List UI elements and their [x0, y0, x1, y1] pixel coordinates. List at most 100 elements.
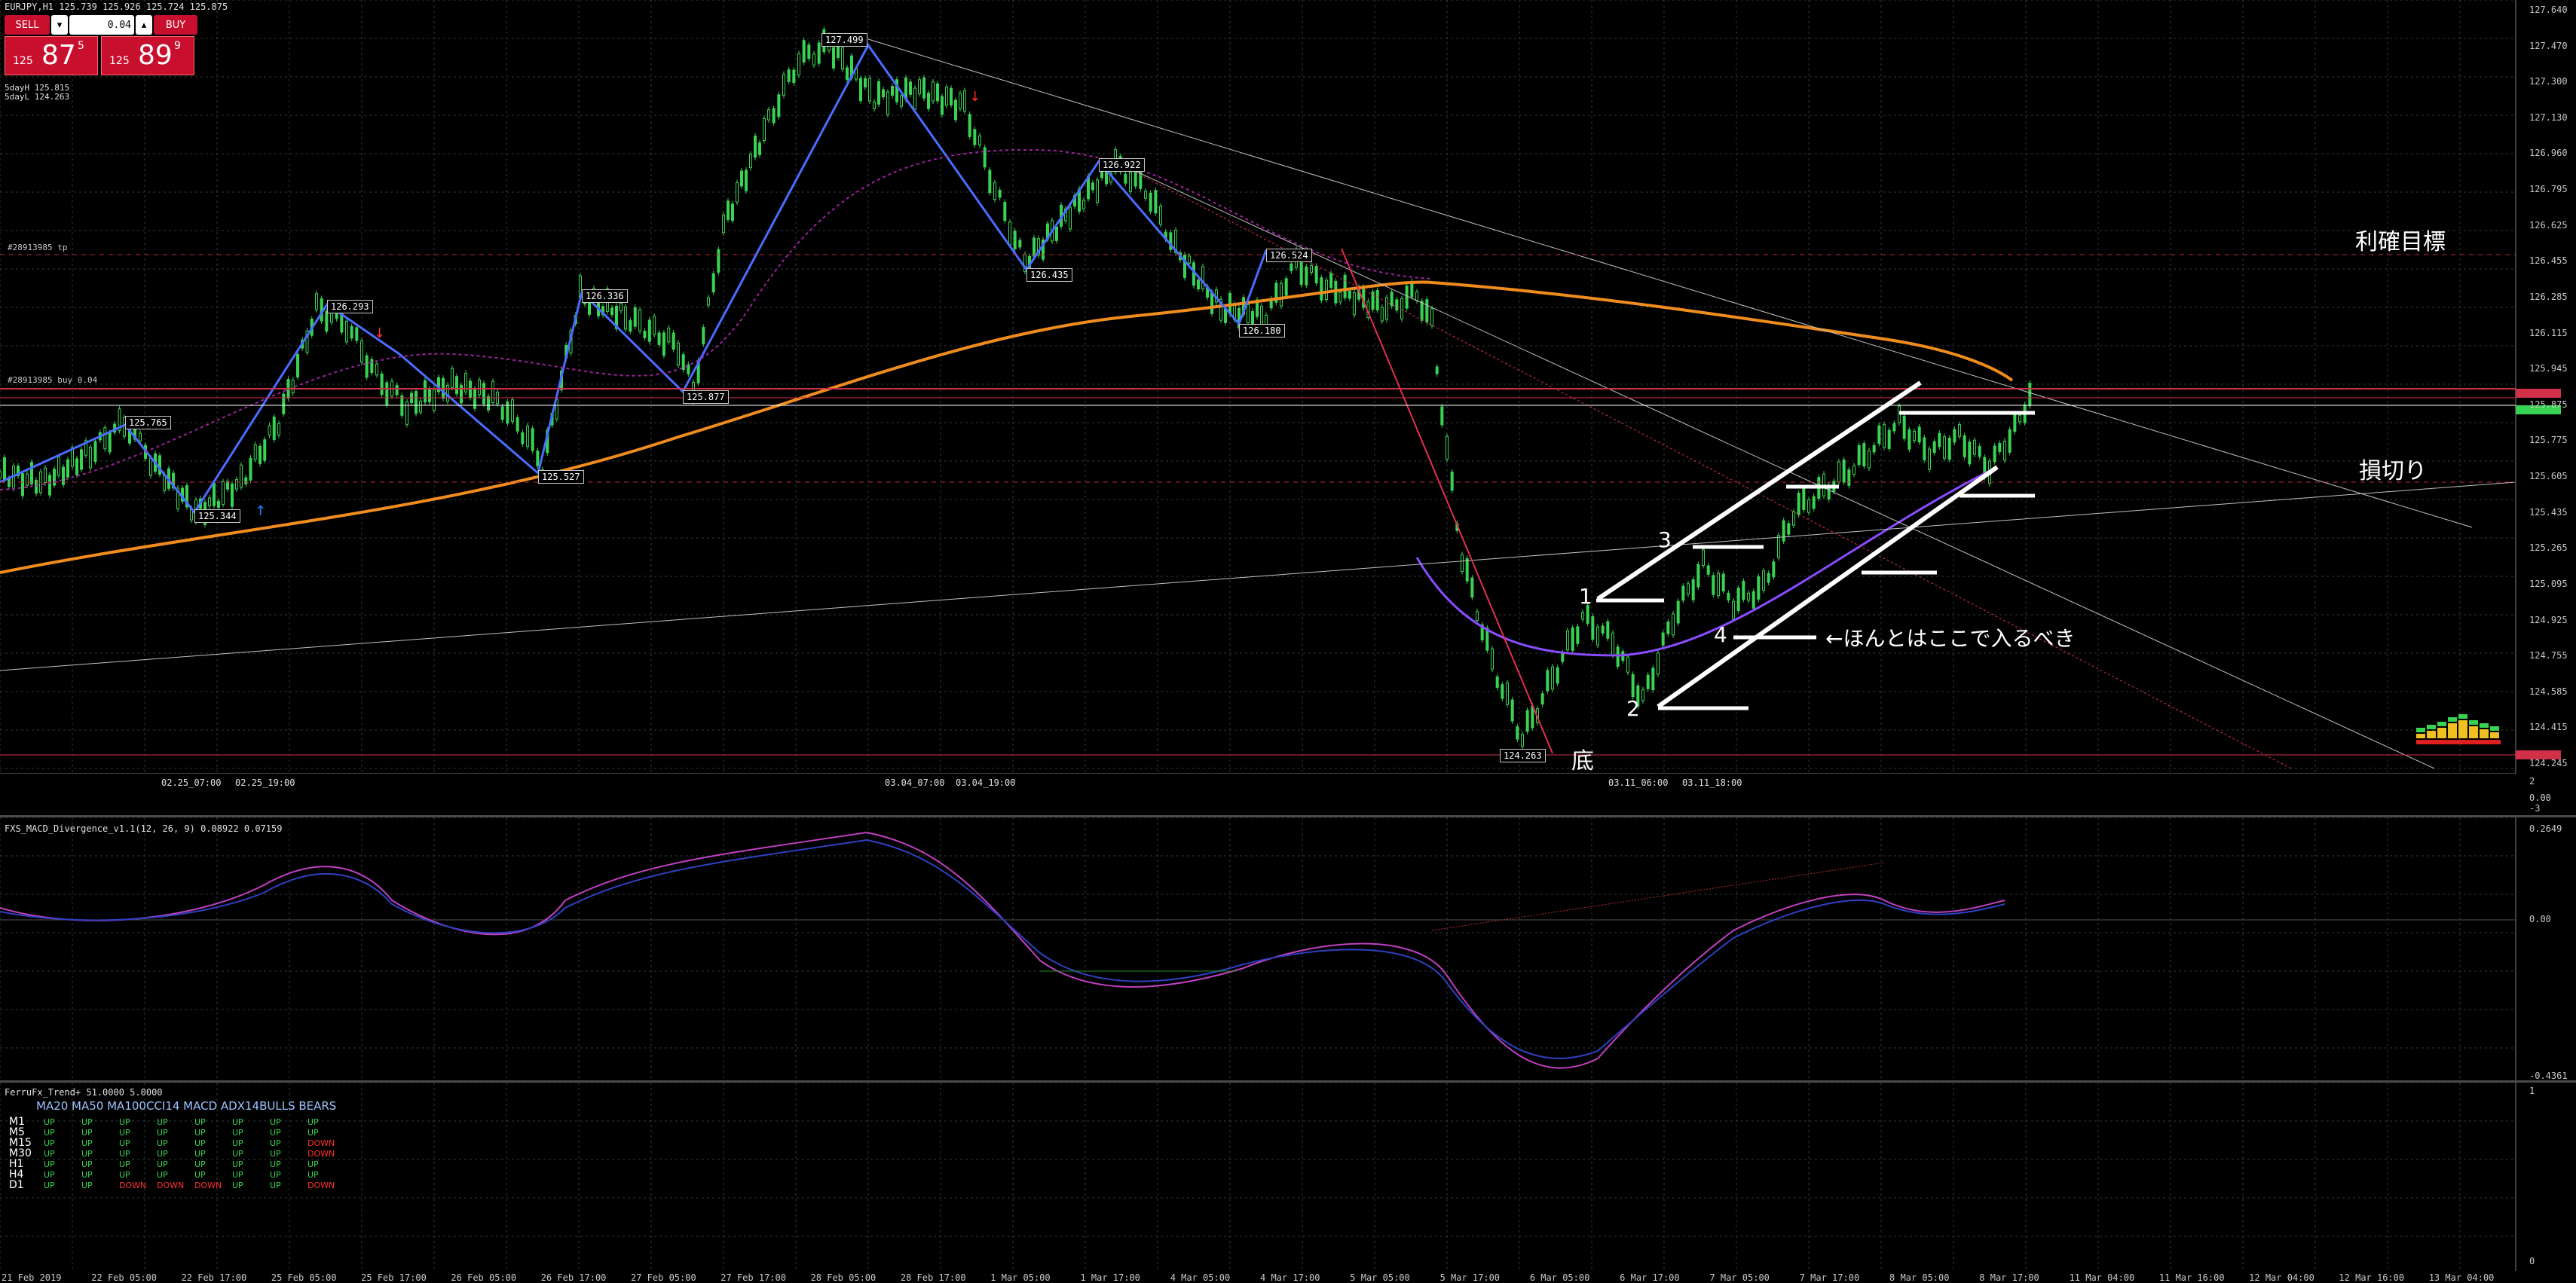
trend-cell: UP: [81, 1117, 93, 1127]
candle-body: [1998, 442, 2002, 452]
candle-body: [657, 332, 661, 345]
trend-cell: UP: [119, 1117, 130, 1127]
candle-body: [1400, 298, 1403, 319]
candle-body: [1736, 588, 1740, 612]
lot-increase-button[interactable]: ▴: [136, 15, 152, 35]
candle-body: [1616, 646, 1620, 667]
candle-body: [2013, 414, 2017, 432]
swing-label: 127.499: [821, 33, 867, 47]
candle-body: [702, 327, 705, 344]
candle-body: [1159, 206, 1162, 225]
candle-body: [620, 303, 623, 311]
time-axis-label: 11 Mar 04:00: [2069, 1272, 2135, 1283]
candle-body: [57, 456, 60, 476]
histogram-bar: [2427, 725, 2436, 729]
candle-body: [516, 417, 519, 432]
trend-cell: UP: [44, 1138, 55, 1148]
candle-body: [1380, 307, 1384, 322]
candle-body: [841, 47, 844, 70]
candle-body: [1405, 286, 1409, 309]
candle-body: [395, 385, 399, 396]
price-axis-label: 125.605: [2529, 471, 2568, 482]
trend-header: MA20 MA50 MA100CCI14 MACD ADX14BULLS BEA…: [36, 1099, 337, 1113]
trend-cell: UP: [119, 1159, 130, 1169]
candle-body: [1812, 496, 1816, 509]
trend-pane[interactable]: FerruFx_Trend+ 51.0000 5.0000 MA20 MA50 …: [0, 1083, 2576, 1271]
swing-label: 125.877: [683, 390, 729, 404]
candle-body: [1260, 305, 1263, 326]
sell-button[interactable]: SELL: [5, 15, 50, 35]
candle-body: [624, 306, 627, 330]
candle-body: [727, 200, 730, 220]
candle-body: [44, 467, 47, 483]
price-axis-label: 124.415: [2529, 722, 2568, 733]
swing-label: 125.527: [538, 470, 584, 484]
trendline: [867, 38, 2473, 528]
candle-body: [1767, 573, 1770, 583]
candle-body: [217, 500, 220, 508]
main-chart-pane[interactable]: ↓ ↑ ↓ EURJPY,H1 125.739 125.926 125.724 12…: [0, 0, 2576, 788]
candle-body: [954, 99, 957, 121]
candle-body: [1320, 277, 1323, 301]
time-axis-label: 1 Mar 05:00: [990, 1272, 1051, 1283]
candle-body: [1657, 652, 1660, 675]
one-click-trade-panel: SELL ▾ 0.04 ▴ BUY 125 87 5 125 89 9: [5, 15, 197, 75]
candle-body: [749, 154, 752, 169]
candle-body: [213, 482, 216, 506]
time-axis-label: 6 Mar 17:00: [1620, 1272, 1680, 1283]
candle-body: [1631, 674, 1635, 698]
candle-body: [707, 297, 710, 306]
time-marker: 03.04_19:00: [956, 777, 1016, 788]
candle-body: [1531, 705, 1534, 729]
tp-order-label[interactable]: #28913985 tp: [8, 243, 67, 252]
trend-cell: UP: [307, 1128, 319, 1138]
candle-body: [677, 342, 680, 366]
lower-axis-bottom: -3: [2529, 803, 2541, 814]
candle-body: [667, 327, 671, 343]
candle-body: [1872, 444, 1876, 453]
buy-price-button[interactable]: 125 89 9: [101, 36, 194, 75]
buy-button[interactable]: BUY: [154, 15, 197, 35]
candle-body: [1913, 431, 1916, 441]
macd-pane[interactable]: FXS_MACD_Divergence_v1.1(12, 26, 9) 0.08…: [0, 817, 2576, 1081]
candle-body: [222, 481, 225, 506]
candle-body: [973, 129, 977, 145]
candle-body: [89, 447, 92, 469]
trend-cell: UP: [81, 1170, 93, 1180]
sell-price-button[interactable]: 125 87 5: [5, 36, 98, 75]
lot-decrease-button[interactable]: ▾: [51, 15, 68, 35]
histogram-bar: [2458, 714, 2467, 719]
candle-body: [1868, 450, 1871, 469]
price-axis-label: 126.115: [2529, 327, 2568, 338]
time-axis-label: 6 Mar 05:00: [1529, 1272, 1590, 1283]
buy-order-label[interactable]: #28913985 buy 0.04: [8, 375, 97, 385]
candle-body: [0, 471, 2, 478]
time-axis-label: 5 Mar 17:00: [1439, 1272, 1501, 1283]
sell-price-pip: 5: [78, 40, 84, 52]
candle-body: [1908, 429, 1911, 450]
candle-body: [253, 444, 257, 460]
trend-cell: DOWN: [307, 1181, 335, 1190]
candle-body: [767, 109, 770, 121]
candle-body: [1485, 628, 1489, 651]
candle-body: [758, 142, 761, 155]
candle-body: [1787, 523, 1791, 535]
time-axis-label: 5 Mar 05:00: [1350, 1272, 1410, 1283]
candle-body: [1314, 265, 1318, 284]
trend-cell: UP: [194, 1170, 206, 1180]
time-axis-label: 7 Mar 17:00: [1799, 1272, 1860, 1283]
candle-body: [959, 93, 962, 109]
candle-body: [415, 391, 418, 414]
candle-body: [482, 383, 485, 405]
candle-body: [638, 309, 642, 331]
candle-body: [1450, 472, 1454, 491]
trend-axis-bottom: 0: [2529, 1256, 2535, 1266]
time-axis-label: 27 Feb 05:00: [631, 1272, 696, 1283]
candle-body: [2003, 441, 2006, 461]
lot-input[interactable]: 0.04: [69, 15, 134, 35]
candle-body: [26, 473, 29, 486]
candle-body: [1596, 626, 1599, 646]
candle-body: [922, 77, 925, 99]
candle-body: [797, 53, 800, 76]
price-axis-label: 126.455: [2529, 255, 2568, 267]
